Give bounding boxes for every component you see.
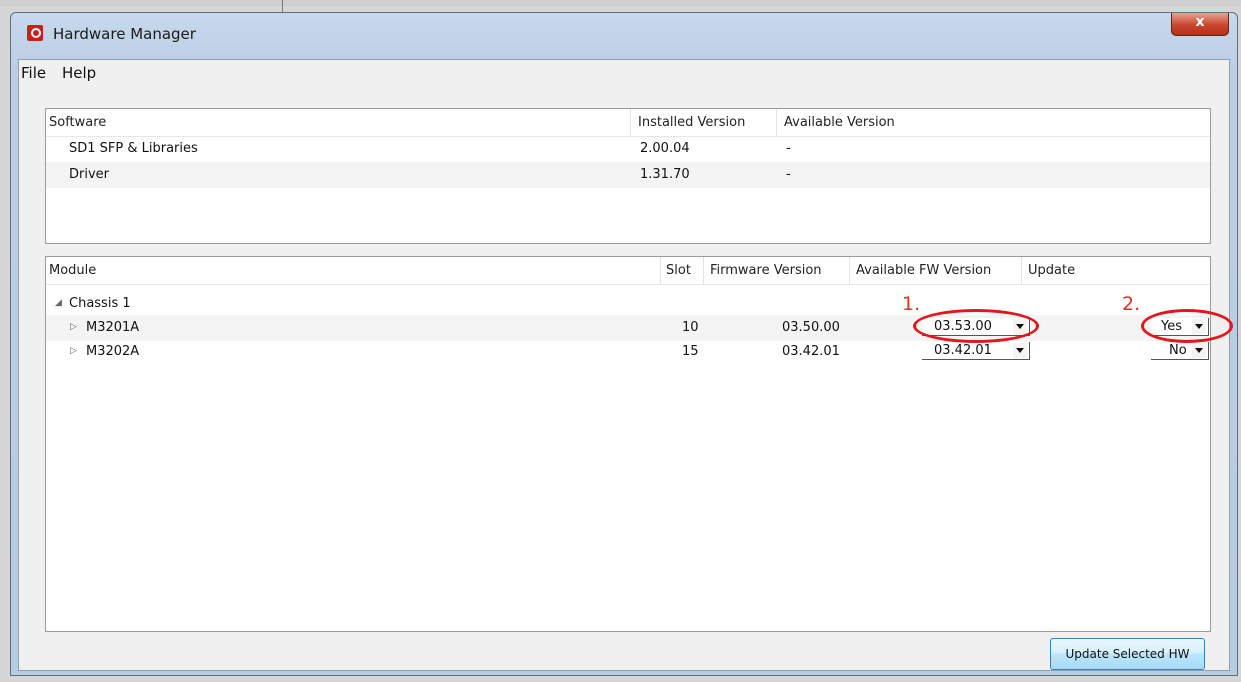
col-available-fw-version[interactable]: Available FW Version xyxy=(856,263,991,278)
menu-bar: File Help xyxy=(19,60,1229,86)
module-slot: 10 xyxy=(682,320,699,335)
col-firmware-version[interactable]: Firmware Version xyxy=(710,263,822,278)
installed-version: 1.31.70 xyxy=(640,167,690,182)
desktop-background xyxy=(0,0,1241,6)
firmware-version: 03.50.00 xyxy=(782,320,840,335)
title-bar[interactable]: Hardware Manager x xyxy=(11,13,1237,59)
update-selected-hw-label: Update Selected HW xyxy=(1065,647,1190,661)
chassis-name: Chassis 1 xyxy=(69,296,131,311)
column-divider xyxy=(1021,257,1022,284)
expand-triangle-icon[interactable]: ▷ xyxy=(70,322,77,332)
software-table-header: Software Installed Version Available Ver… xyxy=(46,109,1210,137)
software-name: SD1 SFP & Libraries xyxy=(69,141,198,156)
app-icon xyxy=(27,25,43,41)
update-value: No xyxy=(1169,343,1187,358)
column-divider xyxy=(660,257,661,284)
update-dropdown[interactable]: No xyxy=(1151,342,1209,360)
update-selected-hw-button[interactable]: Update Selected HW xyxy=(1050,638,1205,670)
software-row[interactable]: Driver 1.31.70 - xyxy=(46,162,1210,188)
available-version: - xyxy=(786,167,791,182)
chevron-down-icon[interactable] xyxy=(1191,343,1206,358)
firmware-version: 03.42.01 xyxy=(782,344,840,359)
expand-triangle-icon[interactable]: ▷ xyxy=(70,346,77,356)
installed-version: 2.00.04 xyxy=(640,141,690,156)
col-software[interactable]: Software xyxy=(49,115,106,130)
module-name: M3202A xyxy=(86,344,140,359)
annotation-label-1: 1. xyxy=(902,293,921,315)
col-available-version[interactable]: Available Version xyxy=(784,115,895,130)
software-table: Software Installed Version Available Ver… xyxy=(45,108,1211,244)
col-installed-version[interactable]: Installed Version xyxy=(638,115,745,130)
menu-file[interactable]: File xyxy=(21,64,46,82)
client-area: File Help Software Installed Version Ava… xyxy=(18,59,1233,671)
col-update[interactable]: Update xyxy=(1028,263,1075,278)
close-button[interactable]: x xyxy=(1171,13,1229,36)
available-fw-dropdown[interactable]: 03.42.01 xyxy=(922,342,1030,360)
column-divider xyxy=(630,109,631,136)
module-name: M3201A xyxy=(86,320,140,335)
column-divider xyxy=(703,257,704,284)
close-icon: x xyxy=(1195,14,1205,30)
hardware-manager-window: Hardware Manager x File Help Software In… xyxy=(10,12,1238,676)
available-fw-value: 03.42.01 xyxy=(934,343,992,358)
chevron-down-icon[interactable] xyxy=(1012,343,1027,358)
software-row[interactable]: SD1 SFP & Libraries 2.00.04 - xyxy=(46,136,1210,162)
available-version: - xyxy=(786,141,791,156)
module-slot: 15 xyxy=(682,344,699,359)
col-slot[interactable]: Slot xyxy=(666,263,691,278)
col-module[interactable]: Module xyxy=(49,263,96,278)
module-table-header: Module Slot Firmware Version Available F… xyxy=(46,257,1210,285)
annotation-oval-2 xyxy=(1141,309,1233,343)
window-title: Hardware Manager xyxy=(53,25,196,43)
annotation-oval-1 xyxy=(913,309,1039,343)
collapse-triangle-icon[interactable]: ◢ xyxy=(55,298,62,308)
software-name: Driver xyxy=(69,167,110,182)
menu-help[interactable]: Help xyxy=(62,64,96,82)
column-divider xyxy=(776,109,777,136)
chassis-row[interactable]: ◢ Chassis 1 xyxy=(46,291,1210,317)
annotation-label-2: 2. xyxy=(1122,293,1141,315)
background-divider xyxy=(282,0,283,12)
column-divider xyxy=(849,257,850,284)
module-table: Module Slot Firmware Version Available F… xyxy=(45,256,1233,632)
module-row[interactable]: ▷ M3202A 15 03.42.01 03.42.01 No xyxy=(46,339,1210,365)
